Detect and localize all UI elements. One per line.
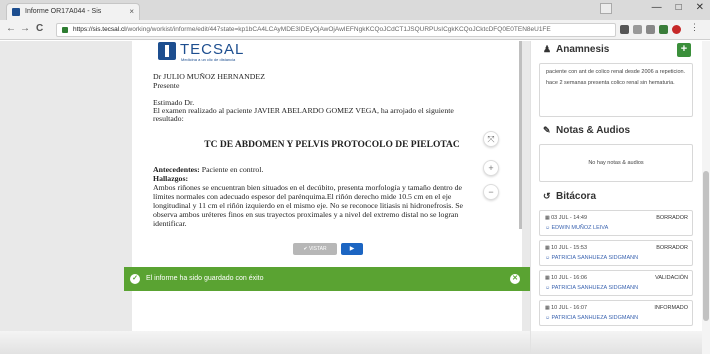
anamnesis-note-2: hace 2 semanas presenta colico renal sin… [546, 79, 675, 86]
report-document: TECSAL Medicina a un clic de distancia D… [142, 41, 522, 229]
report-title: TC DE ABDOMEN Y PELVIS PROTOCOLO DE PIEL… [204, 140, 460, 150]
hallazgos-label: Hallazgos: [153, 174, 189, 183]
profile-icon[interactable] [600, 3, 612, 14]
log-user[interactable]: PATRICIA SANHUEZA SIDGMANN [545, 285, 639, 291]
anamnesis-title: Anamnesis [556, 44, 610, 55]
tab-title: Informe OR17A044 - Sis [25, 8, 102, 15]
left-gutter [0, 41, 132, 354]
notas-box: No hay notas & audios [539, 144, 693, 182]
intro-line-2: resultado: [153, 114, 184, 123]
sidebar-bottom-shade [531, 331, 703, 354]
window-close-icon[interactable]: ✕ [696, 2, 704, 13]
add-anamnesis-button[interactable]: + [677, 43, 691, 57]
notas-title: Notas & Audios [556, 125, 631, 136]
log-status: INFORMADO [654, 305, 688, 311]
sidebar-scrollbar[interactable] [702, 41, 710, 354]
star-icon[interactable] [633, 25, 642, 34]
address-toolbar: ← → C https://sis.tecsal.cl/working/work… [0, 20, 710, 40]
log-date: 03 JUL - 14:49 [545, 215, 587, 221]
log-date: 10 JUL - 16:07 [545, 305, 587, 311]
antecedentes-value: Paciente en control. [199, 165, 264, 174]
anamnesis-box: paciente con ant de colico renal desde 2… [539, 63, 693, 117]
back-icon[interactable]: ← [6, 23, 16, 34]
bitacora-title: Bitácora [556, 191, 597, 202]
browser-tab[interactable]: Informe OR17A044 - Sis × [6, 3, 140, 20]
zoom-in-icon[interactable]: + [483, 160, 499, 176]
log-date: 10 JUL - 16:06 [545, 275, 587, 281]
extension-icon[interactable] [646, 25, 655, 34]
zoom-out-icon[interactable]: − [483, 184, 499, 200]
anamnesis-heading: ♟ Anamnesis [543, 44, 609, 55]
log-entry: 10 JUL - 16:07 INFORMADO PATRICIA SANHUE… [539, 300, 693, 326]
right-sidebar: ♟ Anamnesis + paciente con ant de colico … [530, 41, 710, 354]
toast-close-icon[interactable]: ✕ [510, 274, 520, 284]
tecsal-logo-icon [158, 42, 176, 60]
user-icon: ♟ [543, 44, 552, 54]
logo-tagline: Medicina a un clic de distancia [181, 57, 236, 62]
tecsal-logo: TECSAL Medicina a un clic de distancia [158, 41, 278, 66]
tab-close-icon[interactable]: × [129, 4, 134, 20]
browser-tab-bar: Informe OR17A044 - Sis × — □ ✕ [0, 0, 710, 20]
visar-button[interactable]: ✔ VISTAR [293, 243, 337, 255]
history-icon: ↺ [543, 191, 551, 201]
right-gutter [522, 41, 530, 354]
log-user[interactable]: PATRICIA SANHUEZA SIDGMANN [545, 255, 639, 261]
forward-icon[interactable]: → [20, 23, 30, 34]
log-entry: 10 JUL - 16:06 VALIDACIÓN PATRICIA SANHU… [539, 270, 693, 296]
log-user[interactable]: PATRICIA SANHUEZA SIDGMANN [545, 315, 639, 321]
hallazgos-text: Ambos riñones se encuentran bien situado… [153, 183, 464, 228]
antecedentes-label: Antecedentes: [153, 165, 200, 174]
check-icon: ✓ [130, 274, 140, 284]
window-controls: — □ ✕ [652, 2, 704, 13]
antecedentes: Antecedentes: Paciente en control. [153, 165, 263, 174]
url-field[interactable]: https://sis.tecsal.cl/working/workist/in… [56, 23, 616, 37]
main-area: TECSAL Medicina a un clic de distancia D… [0, 41, 530, 354]
log-entry: 03 JUL - 14:49 BORRADOR EDWIN MUÑOZ LEIV… [539, 210, 693, 236]
send-button[interactable]: ▶ [341, 243, 363, 255]
bottom-shade [0, 331, 530, 354]
url-host: https://sis.tecsal.cl [73, 26, 126, 33]
log-status: BORRADOR [656, 245, 688, 251]
reload-icon[interactable]: C [36, 23, 43, 34]
anamnesis-note-1: paciente con ant de colico renal desde 2… [546, 69, 686, 75]
logo-name: TECSAL [180, 41, 245, 58]
log-status: VALIDACIÓN [655, 275, 688, 281]
bitacora-heading: ↺ Bitácora [543, 191, 596, 202]
favicon-icon [12, 8, 20, 16]
log-date: 10 JUL - 15:53 [545, 245, 587, 251]
opera-icon[interactable] [672, 25, 681, 34]
toast-message: El informe ha sido guardado con éxito [146, 275, 264, 282]
extension-green-icon[interactable] [659, 25, 668, 34]
scrollbar-thumb[interactable] [703, 171, 709, 321]
lock-icon [62, 27, 68, 33]
zoom-fit-icon[interactable]: ⤧ [483, 131, 499, 147]
intro-line-1: El examen realizado al paciente JAVIER A… [153, 106, 454, 115]
notas-heading: ✎ Notas & Audios [543, 125, 630, 136]
present-line: Presente [153, 81, 180, 90]
doctor-name: Dr JULIO MUÑOZ HERNANDEZ [153, 72, 265, 81]
pencil-icon: ✎ [543, 125, 551, 135]
maximize-icon[interactable]: □ [676, 2, 682, 13]
url-path: /working/workist/informe/edit/447state=k… [125, 26, 551, 33]
cast-icon[interactable] [620, 25, 629, 34]
success-toast: ✓ El informe ha sido guardado con éxito … [124, 267, 530, 291]
log-user[interactable]: EDWIN MUÑOZ LEIVA [545, 225, 609, 231]
log-status: BORRADOR [656, 215, 688, 221]
menu-icon[interactable]: ⋮ [690, 22, 699, 32]
minimize-icon[interactable]: — [652, 2, 662, 13]
log-entry: 10 JUL - 15:53 BORRADOR PATRICIA SANHUEZ… [539, 240, 693, 266]
